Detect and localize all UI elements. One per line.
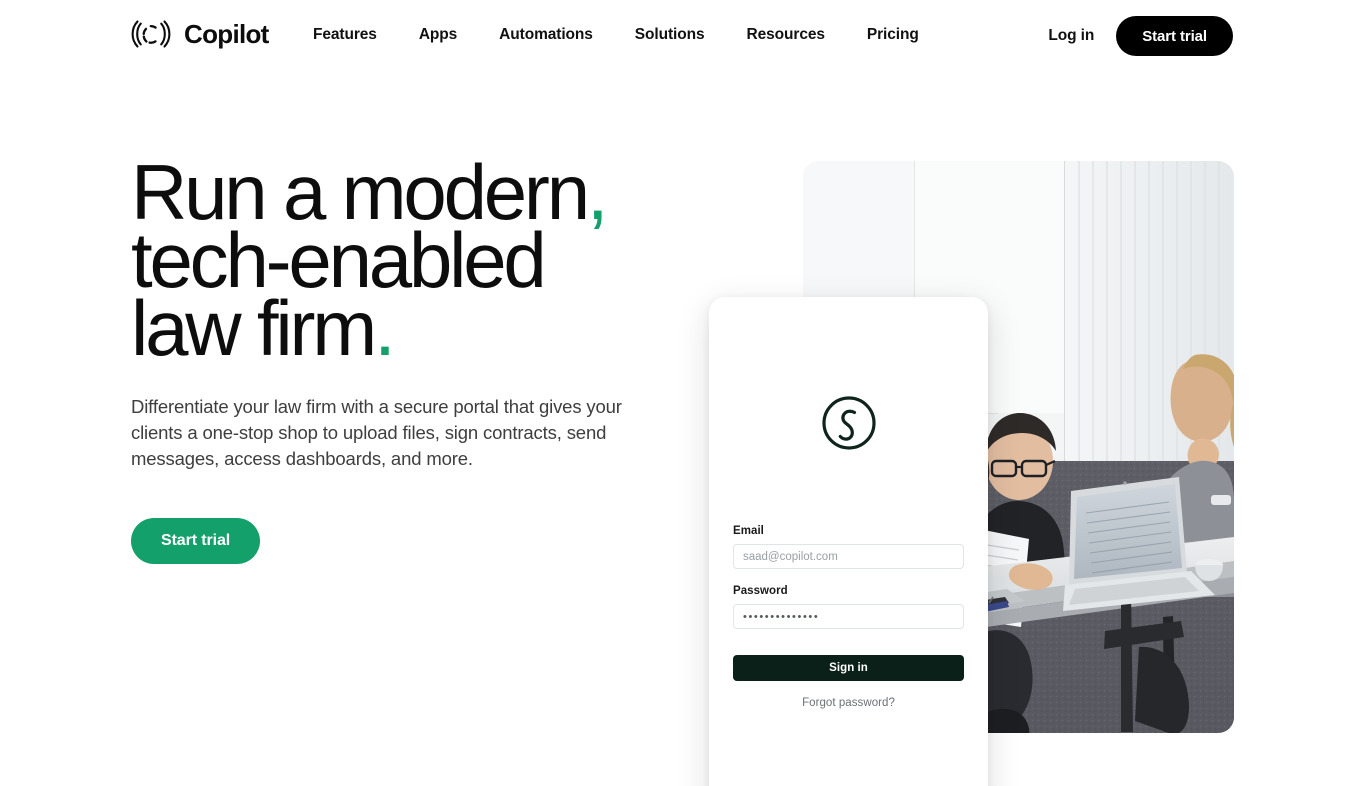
nav-item-pricing[interactable]: Pricing — [867, 24, 919, 46]
site-header: Copilot Features Apps Automations Soluti… — [0, 0, 1362, 72]
login-card: Email Password •••••••••••••• Sign in Fo… — [709, 297, 988, 786]
copilot-bracket-c-logo-icon — [129, 19, 173, 49]
password-input[interactable]: •••••••••••••• — [733, 604, 964, 629]
headline-comma-accent: , — [586, 148, 609, 236]
headline-period-accent: . — [374, 284, 396, 372]
login-form: Email Password •••••••••••••• Sign in Fo… — [733, 523, 964, 709]
sign-in-button[interactable]: Sign in — [733, 655, 964, 681]
main-navigation: Features Apps Automations Solutions Reso… — [313, 24, 919, 46]
brand-name: Copilot — [184, 19, 269, 49]
start-trial-button-header[interactable]: Start trial — [1116, 16, 1233, 56]
nav-item-solutions[interactable]: Solutions — [635, 24, 705, 46]
email-label: Email — [733, 525, 764, 537]
email-input[interactable] — [733, 544, 964, 569]
hero-content: Run a modern, tech-enabled law firm. Diffe… — [131, 153, 691, 564]
hero-subheading: Differentiate your law firm with a secur… — [131, 396, 622, 469]
start-trial-button-hero[interactable]: Start trial — [131, 518, 261, 564]
forgot-password-link[interactable]: Forgot password? — [733, 697, 964, 709]
nav-item-apps[interactable]: Apps — [419, 24, 457, 46]
password-field-group: Password •••••••••••••• — [733, 583, 964, 629]
login-link[interactable]: Log in — [1048, 27, 1094, 45]
nav-item-automations[interactable]: Automations — [499, 24, 593, 46]
password-label: Password — [733, 585, 788, 597]
brand-logo-link[interactable]: Copilot — [129, 19, 269, 49]
landing-page: Copilot Features Apps Automations Soluti… — [0, 0, 1362, 786]
email-field-group: Email — [733, 523, 964, 569]
page-title: Run a modern, tech-enabled law firm. — [131, 153, 691, 367]
headline-line-3: law firm — [131, 284, 377, 372]
nav-item-resources[interactable]: Resources — [747, 24, 825, 46]
header-actions: Log in Start trial — [1048, 16, 1233, 56]
copilot-circle-c-logo-icon — [821, 395, 877, 451]
nav-item-features[interactable]: Features — [313, 24, 377, 46]
